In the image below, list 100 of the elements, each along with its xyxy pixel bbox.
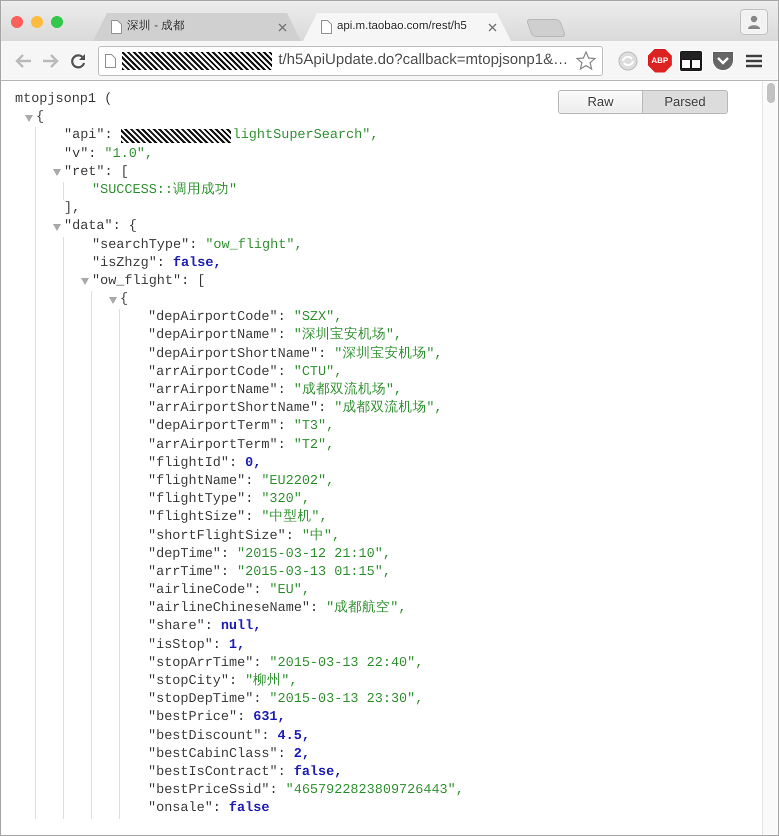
back-icon[interactable] — [14, 52, 32, 68]
json-key: "bestPrice": — [148, 709, 246, 728]
zoom-button[interactable] — [51, 16, 63, 28]
json-value: "T2", — [294, 436, 334, 455]
json-key: "flightType": — [148, 491, 254, 510]
json-value: 631, — [253, 709, 286, 728]
json-value: "成都双流机场", — [334, 400, 443, 418]
json-value: "2015-03-12 21:10", — [237, 546, 391, 564]
json-value: 2, — [294, 746, 310, 764]
json-key: "stopArrTime": — [148, 654, 262, 674]
toggle-icon[interactable] — [25, 114, 33, 122]
pocket-icon[interactable] — [712, 50, 734, 70]
close-icon[interactable] — [278, 22, 287, 32]
page-icon — [105, 54, 116, 68]
scrollbar-thumb[interactable] — [767, 83, 775, 103]
browser-tab[interactable]: 深圳 - 成都 — [93, 13, 301, 41]
toggle-icon[interactable] — [53, 169, 61, 176]
minimize-button[interactable] — [31, 16, 43, 28]
json-value: "中", — [302, 528, 340, 546]
json-key: "airlineChineseName": — [148, 600, 318, 618]
json-value: "深圳宝安机场", — [334, 346, 443, 364]
json-key: "isZhzg": — [92, 254, 165, 273]
url-text: t/h5ApiUpdate.do?callback=mtopjsonp1&… — [278, 50, 568, 70]
json-value: "320", — [261, 491, 310, 508]
reload-icon[interactable] — [70, 52, 86, 68]
json-value: "SUCCESS::调用成功" — [92, 182, 238, 200]
json-value: "中型机", — [261, 509, 328, 528]
json-value: "深圳宝安机场", — [294, 327, 402, 346]
json-key: "api": — [64, 127, 113, 146]
json-key: "data": — [64, 218, 121, 237]
json-key: "arrAirportShortName": — [148, 400, 326, 418]
json-value: "成都航空", — [326, 600, 406, 618]
browser-tab[interactable]: api.m.taobao.com/rest/h5 — [303, 13, 511, 41]
json-key: "bestPriceSsid": — [148, 782, 278, 800]
toggle-icon[interactable] — [81, 278, 89, 286]
sync-circle-icon[interactable] — [617, 50, 640, 72]
json-bracket: [ — [197, 272, 206, 291]
json-bracket: [ — [120, 164, 129, 182]
json-key: "depAirportTerm": — [148, 418, 286, 437]
json-value: 0, — [245, 454, 262, 473]
page-icon — [111, 20, 122, 34]
json-key: "bestDiscount": — [148, 728, 270, 746]
json-bracket: { — [128, 218, 137, 236]
json-key: "searchType": — [92, 236, 198, 255]
json-value: "4657922823809726443", — [286, 782, 464, 800]
json-key: "stopCity": — [148, 673, 238, 692]
address-bar[interactable]: t/h5ApiUpdate.do?callback=mtopjsonp1&… — [98, 46, 604, 76]
star-icon[interactable] — [576, 50, 596, 70]
json-value: false, — [294, 764, 342, 782]
json-key: "flightName": — [148, 472, 254, 492]
json-value: "ow_flight", — [205, 236, 303, 254]
json-bracket: { — [36, 109, 44, 128]
json-value: "成都双流机场", — [294, 382, 402, 400]
toggle-icon[interactable] — [109, 296, 117, 304]
menu-icon[interactable] — [746, 54, 762, 68]
json-key: "ret": — [64, 164, 113, 182]
json-value: 1, — [228, 636, 246, 655]
close-button[interactable] — [11, 16, 23, 28]
json-key: "isStop": — [148, 636, 221, 655]
json-key: "bestCabinClass": — [148, 746, 286, 764]
view-toggle-button[interactable]: Parsed — [643, 90, 728, 114]
json-key: "flightSize": — [148, 509, 254, 528]
json-value: "2015-03-13 22:40", — [269, 654, 424, 673]
json-key: "arrAirportName": — [148, 382, 286, 400]
json-value: false — [228, 800, 270, 818]
json-value: "2015-03-13 01:15", — [237, 564, 391, 582]
json-bracket: ], — [64, 200, 80, 218]
json-key: "arrAirportTerm": — [148, 436, 286, 455]
adblock-icon[interactable]: ABP — [648, 48, 672, 72]
json-value: null, — [220, 618, 262, 636]
json-key: "bestIsContract": — [148, 764, 286, 782]
json-key: "shortFlightSize": — [148, 528, 294, 546]
json-key: "ow_flight": — [92, 272, 190, 292]
json-bracket: { — [120, 291, 128, 310]
json-key: "depAirportShortName": — [148, 346, 326, 364]
json-key: "onsale": — [148, 800, 221, 819]
close-icon[interactable] — [488, 22, 497, 32]
callback-text: mtopjsonp1 ( — [15, 91, 112, 109]
toggle-icon[interactable] — [53, 224, 61, 231]
profile-button[interactable] — [740, 9, 768, 35]
json-value: false, — [172, 254, 222, 273]
json-value: "柳州", — [245, 673, 298, 691]
json-value: "EU", — [269, 582, 310, 600]
person-icon — [747, 15, 761, 29]
view-toggle-button[interactable]: Raw — [558, 90, 643, 114]
json-key: "depAirportCode": — [148, 309, 286, 328]
json-key: "depTime": — [148, 546, 230, 564]
json-value: "2015-03-13 23:30", — [269, 691, 424, 710]
json-key: "stopDepTime": — [148, 691, 262, 710]
forward-icon[interactable] — [42, 52, 60, 68]
json-key: "arrTime": — [148, 564, 230, 582]
json-value: "CTU", — [294, 364, 342, 382]
json-value: "SZX", — [294, 309, 342, 326]
json-value: "1.0", — [104, 146, 154, 164]
scrollbar[interactable] — [762, 81, 778, 835]
json-key: "arrAirportCode": — [148, 364, 286, 382]
json-value: "T3", — [294, 418, 334, 436]
json-key: "share": — [148, 618, 213, 637]
json-value: 4.5, — [278, 728, 310, 746]
new-tab-button[interactable] — [526, 19, 566, 37]
